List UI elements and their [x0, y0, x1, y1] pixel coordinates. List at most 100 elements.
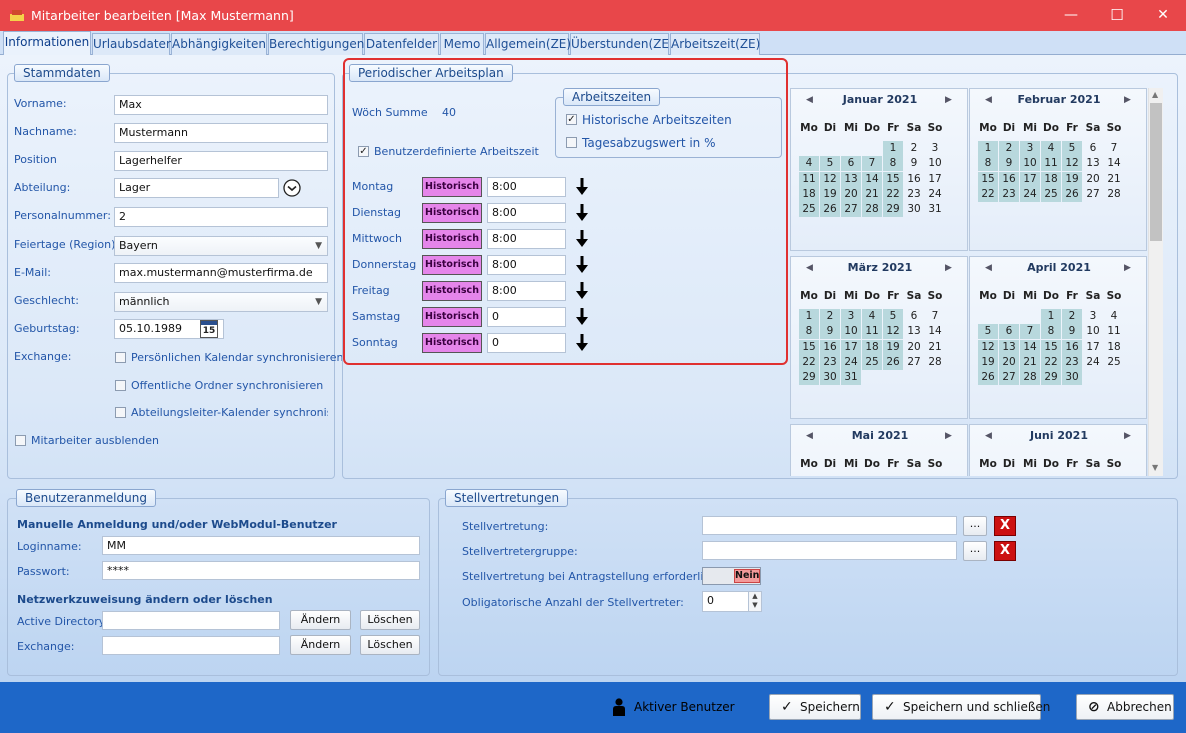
calendar-day[interactable]: 24: [925, 187, 945, 202]
calendar-day[interactable]: 19: [820, 186, 840, 202]
calendar-day[interactable]: 22: [1041, 354, 1061, 370]
scroll-up-icon[interactable]: ▲: [1152, 90, 1158, 99]
calendar-day[interactable]: 2: [820, 309, 840, 324]
calendar-day[interactable]: 8: [1041, 324, 1061, 340]
calendar-day[interactable]: 5: [1062, 141, 1082, 156]
calendar-day[interactable]: 7: [1020, 324, 1040, 340]
calendar-day[interactable]: 22: [883, 186, 903, 202]
calendar-day[interactable]: 20: [904, 340, 924, 355]
tab-memo[interactable]: Memo: [440, 33, 484, 55]
calendar-day[interactable]: 28: [862, 202, 882, 218]
prev-month-icon[interactable]: ◀: [806, 89, 813, 111]
calendar-day[interactable]: 28: [1104, 187, 1124, 202]
calendar-day[interactable]: 14: [862, 171, 882, 187]
historische-arbeitszeiten-checkbox[interactable]: ✓: [566, 114, 577, 125]
calendar-day[interactable]: 4: [799, 156, 819, 172]
close-button[interactable]: ✕: [1140, 0, 1186, 31]
custom-worktime-checkbox[interactable]: ✓: [358, 146, 369, 157]
tagesabzug-checkbox[interactable]: [566, 137, 577, 148]
calendar-day[interactable]: 17: [841, 339, 861, 355]
calendar-day[interactable]: 9: [820, 324, 840, 340]
sync-department-calendar-checkbox[interactable]: [115, 407, 126, 418]
dienstag-historisch-button[interactable]: Historisch: [422, 203, 482, 223]
prev-month-icon[interactable]: ◀: [985, 425, 992, 447]
calendar-day[interactable]: 13: [1083, 156, 1103, 171]
calendar-day[interactable]: 1: [1041, 309, 1061, 324]
calendar-day[interactable]: 24: [841, 354, 861, 370]
sonntag-historisch-button[interactable]: Historisch: [422, 333, 482, 353]
calendar-day[interactable]: 24: [1020, 186, 1040, 202]
calendar-day[interactable]: 3: [1083, 309, 1103, 324]
arrow-down-icon[interactable]: [575, 256, 589, 274]
email-input[interactable]: max.mustermann@musterfirma.de: [114, 263, 328, 283]
calendar-day[interactable]: 23: [820, 354, 840, 370]
tab-informationen[interactable]: Informationen: [3, 31, 91, 56]
abteilung-dropdown-icon[interactable]: [283, 179, 301, 197]
calendar-day[interactable]: 18: [862, 339, 882, 355]
calendar-day[interactable]: 18: [1104, 340, 1124, 355]
calendar-day[interactable]: 25: [1104, 355, 1124, 370]
sonntag-input[interactable]: 0: [487, 333, 566, 353]
calendar-day[interactable]: 29: [1041, 370, 1061, 386]
calendar-day[interactable]: 26: [1062, 186, 1082, 202]
next-month-icon[interactable]: ▶: [1124, 425, 1131, 447]
stellvertretung-clear-button[interactable]: X: [994, 516, 1016, 536]
calendar-day[interactable]: 2: [904, 141, 924, 156]
calendar-day[interactable]: 4: [1104, 309, 1124, 324]
count-input[interactable]: 0: [702, 591, 749, 612]
save-close-button[interactable]: ✓ Speichern und schließen: [872, 694, 1050, 720]
stellvertretergruppe-input[interactable]: [702, 541, 957, 560]
calendar-day[interactable]: 28: [925, 355, 945, 370]
tab-ueberstunden-ze[interactable]: Überstunden(ZE): [570, 33, 674, 55]
calendar-day[interactable]: 14: [1104, 156, 1124, 171]
calendar-day[interactable]: 14: [1020, 339, 1040, 355]
calendar-day[interactable]: 20: [1083, 172, 1103, 187]
calendar-day[interactable]: 7: [925, 309, 945, 324]
calendar-day[interactable]: 3: [925, 141, 945, 156]
scroll-down-icon[interactable]: ▼: [1152, 463, 1158, 472]
calendar-day[interactable]: 5: [978, 324, 998, 340]
tab-abhaengigkeiten[interactable]: Abhängigkeiten: [171, 33, 267, 55]
stellvertretung-input[interactable]: [702, 516, 957, 535]
calendar-day[interactable]: 22: [978, 186, 998, 202]
calendar-day[interactable]: 23: [904, 187, 924, 202]
calendar-day[interactable]: 11: [862, 324, 882, 340]
exchange-login-input[interactable]: [102, 636, 280, 655]
calendar-day[interactable]: 15: [1041, 339, 1061, 355]
tab-urlaubsdaten[interactable]: Urlaubsdaten: [92, 33, 174, 55]
calendar-day[interactable]: 25: [1041, 186, 1061, 202]
next-month-icon[interactable]: ▶: [945, 425, 952, 447]
stepper-down-icon[interactable]: ▼: [749, 601, 761, 610]
arrow-down-icon[interactable]: [575, 282, 589, 300]
geschlecht-select[interactable]: männlich ▼: [114, 292, 328, 312]
calendar-day[interactable]: 19: [1062, 171, 1082, 187]
calendar-day[interactable]: 3: [841, 309, 861, 324]
calendar-day[interactable]: 29: [799, 370, 819, 386]
cancel-button[interactable]: ⊘ Abbrechen: [1076, 694, 1174, 720]
calendar-day[interactable]: 26: [883, 354, 903, 370]
scroll-thumb[interactable]: [1150, 103, 1162, 241]
calendar-day[interactable]: 5: [883, 309, 903, 324]
calendar-day[interactable]: 17: [1020, 171, 1040, 187]
calendar-day[interactable]: 6: [904, 309, 924, 324]
calendar-day[interactable]: 16: [1062, 339, 1082, 355]
calendar-day[interactable]: 9: [999, 156, 1019, 172]
calendar-day[interactable]: 26: [978, 370, 998, 386]
calendar-day[interactable]: 17: [925, 172, 945, 187]
calendar-day[interactable]: 5: [820, 156, 840, 172]
calendar-day[interactable]: 17: [1083, 340, 1103, 355]
calendar-day[interactable]: 11: [1041, 156, 1061, 172]
hide-employee-checkbox[interactable]: [15, 435, 26, 446]
calendar-day[interactable]: 28: [1020, 370, 1040, 386]
calendar-day[interactable]: 13: [841, 171, 861, 187]
passwort-input[interactable]: ****: [102, 561, 420, 580]
prev-month-icon[interactable]: ◀: [806, 257, 813, 279]
calendar-day[interactable]: 27: [1083, 187, 1103, 202]
calendar-day[interactable]: 21: [862, 186, 882, 202]
calendar-day[interactable]: 25: [799, 202, 819, 218]
calendar-day[interactable]: 13: [999, 339, 1019, 355]
calendar-day[interactable]: 6: [841, 156, 861, 172]
maximize-button[interactable]: ☐: [1094, 0, 1140, 31]
calendar-day[interactable]: 4: [1041, 141, 1061, 156]
calendar-day[interactable]: 19: [883, 339, 903, 355]
